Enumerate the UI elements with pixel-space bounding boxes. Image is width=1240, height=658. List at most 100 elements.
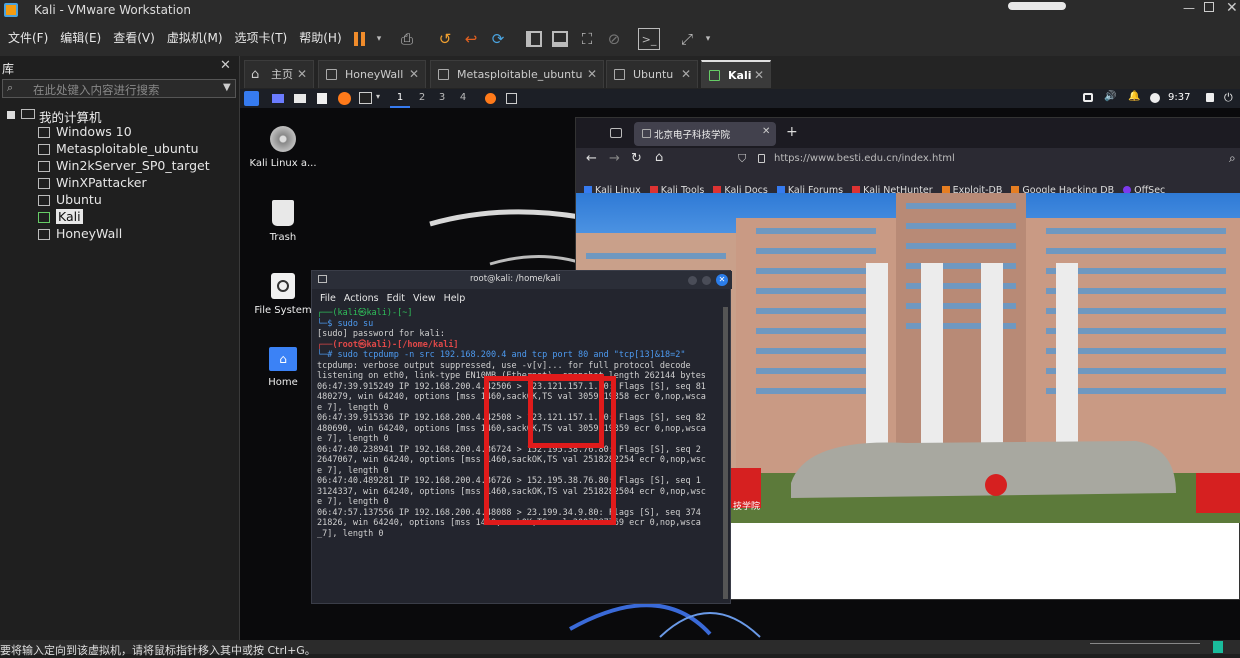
- vm-icon: [38, 127, 50, 138]
- snapshot-icon[interactable]: ↺: [434, 28, 456, 50]
- desktop-icon-kali-docs[interactable]: Kali Linux a...: [248, 126, 318, 169]
- show-desktop-icon[interactable]: [272, 94, 284, 103]
- tree-item-metasploitable[interactable]: Metasploitable_ubuntu: [38, 141, 199, 157]
- terminal-task-icon[interactable]: [506, 93, 517, 104]
- close-icon[interactable]: ✕: [220, 58, 231, 73]
- volume-icon[interactable]: 🔊: [1104, 91, 1116, 102]
- maximize-icon[interactable]: [702, 276, 711, 285]
- tab-overview-icon[interactable]: [610, 128, 622, 138]
- vmware-logo-icon: [4, 3, 18, 17]
- menu-view[interactable]: 查看(V): [107, 23, 161, 53]
- snapshot-manager-icon[interactable]: ⟳: [487, 28, 509, 50]
- workspace-2[interactable]: 2: [413, 89, 431, 107]
- tab-honeywall[interactable]: HoneyWall ✕: [318, 60, 426, 88]
- fullscreen-icon[interactable]: ⛶: [576, 28, 598, 50]
- stretch-icon[interactable]: ⤢: [676, 28, 698, 50]
- maximize-icon[interactable]: [1204, 2, 1214, 12]
- chevron-down-icon[interactable]: ▾: [697, 28, 719, 50]
- tree-item-winxpattacker[interactable]: WinXPattacker: [38, 175, 147, 191]
- minimize-icon[interactable]: —: [1183, 1, 1195, 15]
- workspace-4[interactable]: 4: [454, 89, 472, 107]
- tree-item-win2kserver[interactable]: Win2kServer_SP0_target: [38, 158, 210, 174]
- back-icon[interactable]: ←: [586, 151, 597, 166]
- terminal-app-icon: [318, 275, 327, 283]
- home-icon[interactable]: ⌂: [655, 150, 663, 165]
- title-bar: Kali - VMware Workstation — ✕: [0, 0, 1240, 22]
- terminal-scrollbar[interactable]: [723, 307, 728, 599]
- menu-tabs[interactable]: 选项卡(T): [229, 23, 294, 53]
- chevron-down-icon[interactable]: ▼: [223, 82, 231, 93]
- terminal-menu-file[interactable]: File: [320, 293, 336, 304]
- terminal-menu-actions[interactable]: Actions: [344, 293, 379, 304]
- tab-kali[interactable]: Kali ✕: [701, 60, 771, 88]
- collapse-icon[interactable]: [7, 111, 15, 119]
- menu-edit[interactable]: 编辑(E): [54, 23, 107, 53]
- terminal-titlebar: root@kali: /home/kali ✕: [312, 271, 732, 289]
- power-icon[interactable]: ⏻: [1224, 91, 1233, 105]
- menu-vm[interactable]: 虚拟机(M): [161, 23, 229, 53]
- firefox-task-icon[interactable]: [485, 93, 496, 104]
- file-manager-icon[interactable]: [294, 94, 306, 103]
- forward-icon[interactable]: →: [609, 151, 620, 166]
- terminal-menu-help[interactable]: Help: [444, 293, 466, 304]
- desktop-icon-trash[interactable]: Trash: [248, 200, 318, 243]
- new-tab-icon[interactable]: +: [786, 124, 798, 140]
- search-placeholder: 在此处键入内容进行搜索: [33, 83, 160, 97]
- menu-help[interactable]: 帮助(H): [293, 23, 347, 53]
- tree-item-ubuntu[interactable]: Ubuntu: [38, 192, 102, 208]
- tree-item-windows10[interactable]: Windows 10: [38, 124, 132, 140]
- display-icon[interactable]: [1083, 93, 1093, 102]
- notification-bell-icon[interactable]: 🔔: [1128, 91, 1140, 102]
- close-tab-icon[interactable]: ✕: [681, 61, 691, 88]
- thumbnail-bar-icon[interactable]: [549, 28, 571, 50]
- power-status-icon[interactable]: [1150, 93, 1160, 103]
- tree-item-kali[interactable]: Kali: [38, 209, 83, 225]
- device-icons: [1090, 643, 1200, 651]
- kali-menu-icon[interactable]: [244, 91, 259, 106]
- close-icon[interactable]: ✕: [716, 274, 728, 286]
- terminal-menu-view[interactable]: View: [413, 293, 436, 304]
- close-tab-icon[interactable]: ✕: [409, 61, 419, 88]
- terminal-menu-edit[interactable]: Edit: [387, 293, 405, 304]
- chevron-down-icon[interactable]: ▾: [376, 92, 380, 101]
- revert-snapshot-icon[interactable]: ↩: [460, 28, 482, 50]
- close-tab-icon[interactable]: ✕: [762, 126, 770, 137]
- computer-icon: [21, 109, 35, 119]
- vm-icon: [38, 195, 50, 206]
- lock-icon: [758, 154, 765, 163]
- vm-icon: [38, 161, 50, 172]
- tab-metasploitable[interactable]: Metasploitable_ubuntu ✕: [430, 60, 604, 88]
- reload-icon[interactable]: ↻: [631, 151, 642, 166]
- sidebar-toggle-icon[interactable]: [523, 28, 545, 50]
- browser-nav-bar: ← → ↻ ⌂ ⛉ https://www.besti.edu.cn/index…: [576, 148, 1240, 173]
- search-icon[interactable]: ⌕: [1229, 151, 1236, 166]
- close-tab-icon[interactable]: ✕: [754, 62, 764, 89]
- browser-tab-active[interactable]: 北京电子科技学院 ✕: [634, 122, 776, 146]
- library-search-field[interactable]: ⌕ 在此处键入内容进行搜索 ▼: [2, 79, 236, 98]
- chevron-down-icon[interactable]: ▾: [368, 28, 390, 50]
- tree-item-honeywall[interactable]: HoneyWall: [38, 226, 122, 242]
- console-view-icon[interactable]: >_: [638, 28, 660, 50]
- url-field[interactable]: https://www.besti.edu.cn/index.html: [774, 153, 955, 164]
- close-icon[interactable]: ✕: [1226, 0, 1238, 16]
- firefox-icon[interactable]: [338, 92, 351, 105]
- unity-icon[interactable]: ⊘: [603, 28, 625, 50]
- minimize-icon[interactable]: [688, 276, 697, 285]
- terminal-icon[interactable]: [359, 92, 372, 104]
- text-editor-icon[interactable]: [317, 93, 327, 104]
- desktop-icon-home[interactable]: ⌂ Home: [248, 347, 318, 388]
- vm-status-indicator: [1213, 641, 1223, 653]
- pause-icon[interactable]: [348, 28, 370, 50]
- tab-home[interactable]: ⌂ 主页 ✕: [244, 60, 314, 88]
- send-ctrl-alt-del-icon[interactable]: ⎙: [396, 28, 418, 50]
- close-tab-icon[interactable]: ✕: [587, 61, 597, 88]
- menu-file[interactable]: 文件(F): [2, 23, 54, 53]
- workspace-3[interactable]: 3: [433, 89, 451, 107]
- lock-icon[interactable]: [1206, 93, 1214, 102]
- vm-display[interactable]: ▾ 1 2 3 4 🔊 🔔 9:37 ⏻ Kali Linux a... Tra…: [240, 89, 1240, 640]
- tab-ubuntu[interactable]: Ubuntu ✕: [606, 60, 698, 88]
- close-tab-icon[interactable]: ✕: [297, 61, 307, 88]
- window-title: Kali - VMware Workstation: [34, 3, 191, 17]
- desktop-icon-filesystem[interactable]: File System: [248, 273, 318, 316]
- workspace-1[interactable]: 1: [390, 89, 410, 108]
